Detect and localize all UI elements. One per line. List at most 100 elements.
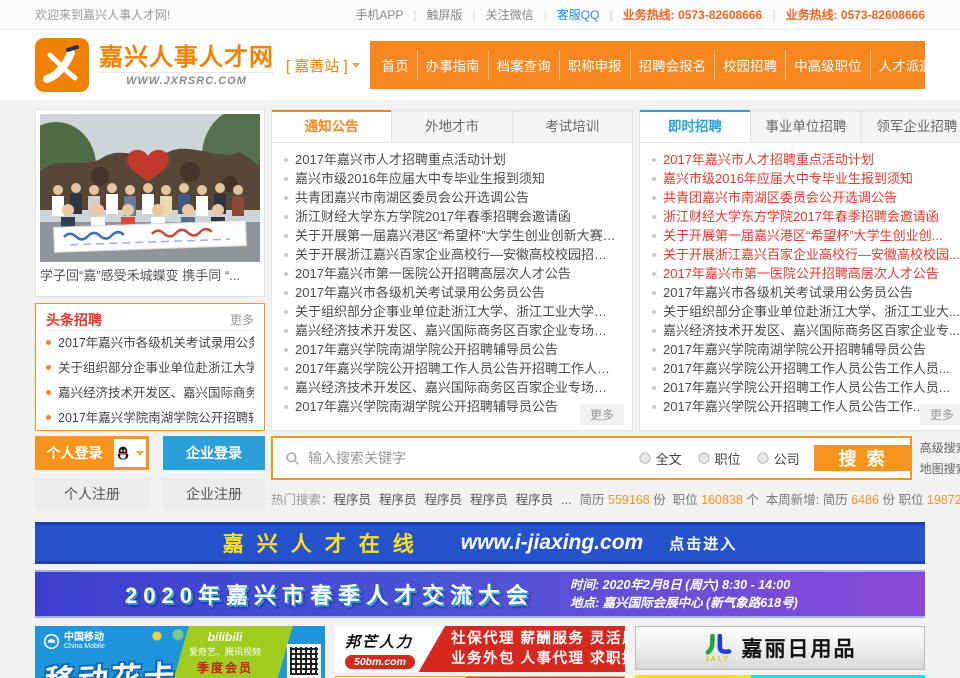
nav-item[interactable]: 首页: [374, 50, 417, 80]
job-item[interactable]: 2017年嘉兴市第一医院公开招聘高层次人才公告: [652, 264, 960, 283]
topbar-link[interactable]: 业务热线: 0573-82608666: [599, 6, 762, 23]
nav-item[interactable]: 办事指南: [417, 50, 488, 80]
job-item[interactable]: 2017年嘉兴学院公开招聘工作人员公告工作人员...: [652, 378, 960, 397]
job-item[interactable]: 共青团嘉兴市南湖区委员会公开选调公告: [652, 188, 960, 207]
topbar-link[interactable]: 手机APP: [355, 6, 403, 23]
welcome-text: 欢迎来到嘉兴人事人才网!: [35, 6, 170, 23]
notice-tab[interactable]: 考试培训: [512, 110, 632, 142]
jiali-logo-text: JALY: [704, 656, 732, 663]
notice-item[interactable]: 2017年嘉兴学院南湖学院公开招聘辅导员公告: [284, 397, 620, 416]
carousel-photo[interactable]: [40, 114, 260, 262]
headline-more-link[interactable]: 更多: [230, 311, 254, 328]
ad-bangmang[interactable]: 邦芒人力 50bm.com 社保代理 薪酬服务 灵活用工 业务外包 人事代理 求…: [335, 626, 625, 672]
notice-item[interactable]: 关于开展第一届嘉兴港区“希望杯”大学生创业创新大赛的通知: [284, 226, 620, 245]
personal-login-label: 个人登录: [35, 436, 114, 470]
topbar-link[interactable]: 触屏版: [403, 6, 462, 23]
topbar: 欢迎来到嘉兴人事人才网! 手机APP触屏版关注微信客服QQ业务热线: 0573-…: [0, 0, 960, 30]
topbar-link[interactable]: 客服QQ: [534, 6, 600, 23]
china-mobile-brand: 中国移动 China Mobile: [43, 632, 105, 651]
notice-item[interactable]: 2017年嘉兴市人才招聘重点活动计划: [284, 150, 620, 169]
job-item[interactable]: 2017年嘉兴学院南湖学院公开招聘辅导员公告: [652, 340, 960, 359]
headline-item[interactable]: 关于组织部分企事业单位赴浙江大学...: [46, 356, 254, 381]
search-button[interactable]: 搜索: [814, 445, 910, 471]
job-item[interactable]: 2017年嘉兴市各级机关考试录用公务员公告: [652, 283, 960, 302]
job-item[interactable]: 浙江财经大学东方学院2017年春季招聘会邀请函: [652, 207, 960, 226]
headline-title: 头条招聘: [46, 310, 102, 330]
station-selector[interactable]: [ 嘉善站 ]: [286, 55, 360, 76]
notice-item[interactable]: 关于开展浙江嘉兴百家企业高校行—安徽高校校园招聘活动的通...: [284, 245, 620, 264]
scope-label: 全文: [656, 449, 682, 468]
site-title[interactable]: 嘉兴人事人才网 WWW.JXRSRC.COM: [99, 44, 274, 87]
qq-login-dropdown[interactable]: [114, 439, 146, 467]
hot-search-term[interactable]: 程序员: [516, 493, 554, 507]
notice-item[interactable]: 嘉兴经济技术开发区、嘉兴国际商务区百家企业专场招聘会公告: [284, 321, 620, 340]
carousel-caption[interactable]: 学子回“嘉”感受禾城蝶变 携手同 “...: [40, 262, 260, 290]
notice-item[interactable]: 2017年嘉兴市第一医院公开招聘高层次人才公告: [284, 264, 620, 283]
scope-radio[interactable]: 职位: [698, 449, 741, 468]
headline-item[interactable]: 2017年嘉兴学院南湖学院公开招聘辅...: [46, 406, 254, 431]
hot-search-term[interactable]: 程序员: [379, 493, 417, 507]
notice-item[interactable]: 浙江财经大学东方学院2017年春季招聘会邀请函: [284, 207, 620, 226]
notice-item[interactable]: 嘉兴市级2016年应届大中专毕业生报到须知: [284, 169, 620, 188]
station-label: [ 嘉善站 ]: [286, 55, 348, 76]
jobs-tab[interactable]: 领军企业招聘: [861, 110, 960, 142]
jobs-more-link[interactable]: 更多: [920, 404, 960, 425]
job-item[interactable]: 2017年嘉兴学院公开招聘工作人员公告工作...: [652, 397, 960, 416]
notice-tab[interactable]: 通知公告: [272, 110, 391, 142]
nav-item[interactable]: 人才派遣: [870, 50, 925, 80]
job-item[interactable]: 嘉兴经济技术开发区、嘉兴国际商务区百家企业专...: [652, 321, 960, 340]
notice-item[interactable]: 2017年嘉兴学院公开招聘工作人员公告开招聘工作人员公告开...: [284, 359, 620, 378]
ad-china-mobile[interactable]: 中国移动 China Mobile bilibili 爱奇艺、腾讯视频 季度会员…: [35, 626, 325, 678]
jobs-tab[interactable]: 即时招聘: [640, 110, 750, 142]
job-item[interactable]: 2017年嘉兴学院公开招聘工作人员公告工作人员...: [652, 359, 960, 378]
notice-item[interactable]: 关于组织部分企事业单位赴浙江大学、浙江工业大学招聘人才的...: [284, 302, 620, 321]
nav-item[interactable]: 职称申报: [559, 50, 630, 80]
job-item[interactable]: 2017年嘉兴市人才招聘重点活动计划: [652, 150, 960, 169]
ad-jiali[interactable]: JALY 嘉丽日用品: [635, 626, 925, 670]
job-item[interactable]: 关于开展浙江嘉兴百家企业高校行—安徽高校校园...: [652, 245, 960, 264]
jiali-logo-icon: JALY: [704, 634, 732, 663]
hot-search-term[interactable]: 程序员: [470, 493, 508, 507]
job-item[interactable]: 嘉兴市级2016年应届大中专毕业生报到须知: [652, 169, 960, 188]
banner2-place: 地点: 嘉兴国际会展中心 (新气象路618号): [570, 594, 798, 612]
personal-login-button[interactable]: 个人登录: [35, 436, 149, 470]
notice-item[interactable]: 2017年嘉兴市各级机关考试录用公务员公告: [284, 283, 620, 302]
personal-register-button[interactable]: 个人注册: [35, 478, 149, 510]
company-register-button[interactable]: 企业注册: [163, 478, 265, 510]
nav-item[interactable]: 中高级职位: [785, 50, 870, 80]
topbar-links: 手机APP触屏版关注微信客服QQ业务热线: 0573-82608666业务热线:…: [355, 6, 925, 23]
hot-search-label: 热门搜索：: [271, 493, 334, 507]
topbar-link[interactable]: 业务热线: 0573-82608666: [762, 6, 925, 23]
banner1-url: www.i-jiaxing.com: [461, 531, 643, 555]
notice-item[interactable]: 共青团嘉兴市南湖区委员会公开选调公告: [284, 188, 620, 207]
scope-radio[interactable]: 公司: [757, 449, 800, 468]
hot-search-term[interactable]: ...: [561, 493, 571, 507]
notice-tab[interactable]: 外地才市: [391, 110, 511, 142]
notice-list: 2017年嘉兴市人才招聘重点活动计划嘉兴市级2016年应届大中专毕业生报到须知共…: [272, 143, 632, 416]
banner-spring-job-fair[interactable]: 2020年嘉兴市春季人才交流大会 时间: 2020年2月8日 (周六) 8:30…: [35, 570, 925, 618]
carousel: 学子回“嘉”感受禾城蝶变 携手同 “...: [35, 109, 265, 297]
nav-item[interactable]: 档案查询: [488, 50, 559, 80]
site-logo-icon[interactable]: [35, 38, 89, 92]
search-input[interactable]: [308, 450, 631, 466]
advanced-search-link[interactable]: 高级搜索: [920, 438, 960, 459]
jobs-tab[interactable]: 事业单位招聘: [750, 110, 861, 142]
headline-item[interactable]: 嘉兴经济技术开发区、嘉兴国际商务...: [46, 381, 254, 406]
hot-search-term[interactable]: 程序员: [334, 493, 372, 507]
notice-more-link[interactable]: 更多: [580, 404, 624, 425]
job-item[interactable]: 关于组织部分企事业单位赴浙江大学、浙江工业大...: [652, 302, 960, 321]
company-login-button[interactable]: 企业登录: [163, 436, 265, 470]
job-item[interactable]: 关于开展第一届嘉兴港区“希望杯”大学生创业创...: [652, 226, 960, 245]
nav-item[interactable]: 校园招聘: [714, 50, 785, 80]
stat-part: 简历: [580, 493, 608, 507]
banner1-title: 嘉兴人才在线: [223, 528, 427, 558]
topbar-link[interactable]: 关注微信: [463, 6, 534, 23]
map-search-link[interactable]: 地图搜索: [920, 459, 960, 480]
notice-item[interactable]: 2017年嘉兴学院南湖学院公开招聘辅导员公告: [284, 340, 620, 359]
hot-search-term[interactable]: 程序员: [425, 493, 463, 507]
nav-item[interactable]: 招聘会报名: [630, 50, 715, 80]
notice-item[interactable]: 嘉兴经济技术开发区、嘉兴国际商务区百家企业专场招聘会公告: [284, 378, 620, 397]
headline-item[interactable]: 2017年嘉兴市各级机关考试录用公务...: [46, 331, 254, 356]
scope-radio[interactable]: 全文: [639, 449, 682, 468]
banner-jiaxing-talent-online[interactable]: 嘉兴人才在线 www.i-jiaxing.com 点击进入: [35, 522, 925, 564]
